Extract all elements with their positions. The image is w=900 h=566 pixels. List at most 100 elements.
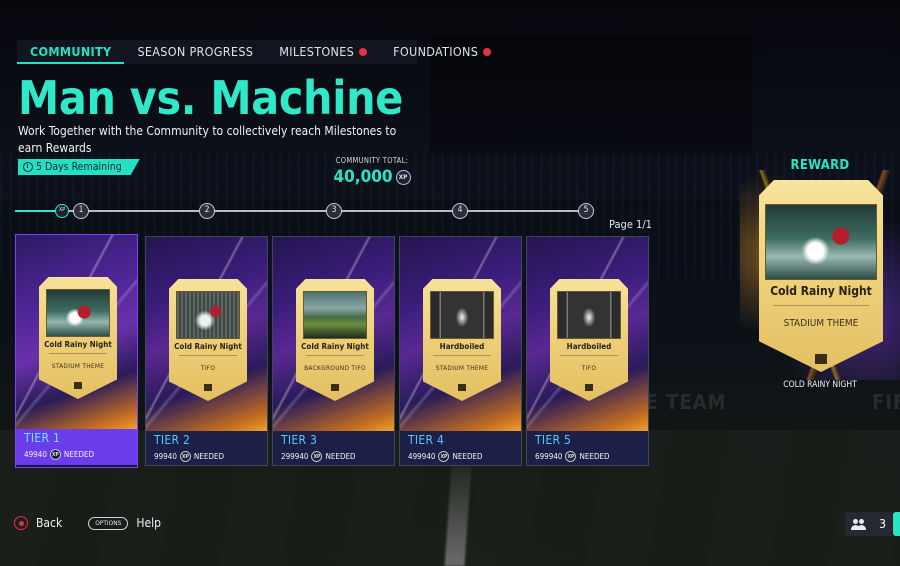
milestone-node-5: 5	[578, 203, 594, 219]
tier-label: TIER 4	[408, 433, 445, 447]
friends-icon	[851, 518, 866, 530]
divider	[306, 355, 364, 356]
community-total-label: COMMUNITY TOTAL:	[335, 156, 409, 165]
xp-needed: 49940	[24, 450, 47, 459]
item-type: STADIUM THEME	[51, 362, 105, 370]
friends-count: 3	[879, 517, 886, 531]
alert-dot-icon	[483, 48, 492, 56]
background-watermark-fifa: FIF	[872, 390, 900, 414]
xp-badge-icon: XP	[565, 451, 577, 462]
alert-dot-icon	[359, 48, 368, 56]
reward-item-card: Hardboiled STADIUM THEME	[423, 279, 501, 401]
reward-item-card: Cold Rainy Night STADIUM THEME	[39, 277, 117, 399]
days-remaining-text: 5 Days Remaining	[36, 161, 122, 173]
track-line	[15, 210, 587, 212]
item-image	[46, 289, 110, 337]
tier-label: TIER 5	[535, 433, 572, 447]
image-icon	[74, 382, 82, 389]
item-type: TIFO	[581, 364, 597, 372]
reward-image	[765, 204, 877, 280]
tier-requirement: 49940 XP NEEDED	[24, 449, 94, 460]
tier-card-1[interactable]: Cold Rainy Night STADIUM THEME TIER 1 49…	[15, 234, 138, 468]
side-panel-tab[interactable]	[893, 512, 900, 536]
needed-label: NEEDED	[193, 452, 224, 461]
page-title: Man vs. Machine	[18, 71, 404, 125]
reward-item-card: Cold Rainy Night TIFO	[169, 279, 247, 401]
tab-foundations[interactable]: FOUNDATIONS	[380, 40, 504, 64]
divider	[560, 355, 618, 356]
milestone-node-3: 3	[326, 203, 342, 219]
tier-card-5[interactable]: Hardboiled TIFO TIER 5 699940 XP NEEDED	[526, 236, 649, 466]
tier-label: TIER 1	[24, 431, 61, 445]
back-button[interactable]: Back	[36, 516, 62, 530]
tab-bar: COMMUNITY SEASON PROGRESS MILESTONES FOU…	[17, 40, 492, 64]
xp-badge-icon: XP	[55, 204, 69, 218]
xp-badge-icon: XP	[438, 451, 450, 462]
tier-card-4[interactable]: Hardboiled STADIUM THEME TIER 4 499940 XP…	[399, 236, 522, 466]
xp-needed: 99940	[154, 452, 177, 461]
clock-icon	[23, 162, 33, 172]
xp-needed: 699940	[535, 452, 563, 461]
tier-requirement: 299940 XP NEEDED	[281, 451, 356, 462]
tier-card-3[interactable]: Cold Rainy Night BACKGROUND TIFO TIER 3 …	[272, 236, 395, 466]
options-button-icon[interactable]: OPTIONS	[88, 516, 129, 530]
needed-label: NEEDED	[579, 452, 610, 461]
tier-label: TIER 3	[281, 433, 318, 447]
reward-preview-card: Cold Rainy Night STADIUM THEME	[759, 180, 883, 372]
tier-card-2[interactable]: Cold Rainy Night TIFO TIER 2 99940 XP NEED…	[145, 236, 268, 466]
tab-season-progress[interactable]: SEASON PROGRESS	[124, 40, 266, 64]
milestone-node-2: 2	[199, 203, 215, 219]
reward-item-card: Cold Rainy Night BACKGROUND TIFO	[296, 279, 374, 401]
needed-label: NEEDED	[452, 452, 483, 461]
xp-needed: 499940	[408, 452, 436, 461]
item-type: BACKGROUND TIFO	[304, 364, 366, 372]
days-remaining-badge: 5 Days Remaining	[18, 159, 140, 175]
item-name: Cold Rainy Night	[174, 342, 242, 351]
item-name: Cold Rainy Night	[301, 342, 369, 351]
needed-label: NEEDED	[63, 450, 94, 459]
tab-label: MILESTONES	[279, 44, 355, 59]
tab-label: FOUNDATIONS	[393, 44, 479, 59]
tab-milestones[interactable]: MILESTONES	[266, 40, 380, 64]
tier-requirement: 99940 XP NEEDED	[154, 451, 224, 462]
xp-needed: 299940	[281, 452, 309, 461]
controller-hints: Back OPTIONS Help	[14, 514, 161, 532]
needed-label: NEEDED	[325, 452, 356, 461]
xp-badge-icon: XP	[179, 451, 191, 462]
divider	[179, 355, 237, 356]
item-image	[557, 291, 621, 339]
tier-requirement: 499940 XP NEEDED	[408, 451, 483, 462]
item-type: STADIUM THEME	[435, 364, 489, 372]
tab-label: SEASON PROGRESS	[137, 44, 254, 59]
friends-indicator[interactable]: 3	[845, 512, 892, 536]
circle-button-icon[interactable]	[14, 516, 28, 530]
image-icon	[204, 384, 212, 391]
xp-badge-icon: XP	[49, 449, 61, 460]
xp-badge-icon: XP	[311, 451, 323, 462]
reward-caption: COLD RAINY NIGHT	[783, 380, 857, 390]
xp-badge-icon: XP	[395, 169, 411, 185]
reward-item-type: STADIUM THEME	[783, 318, 859, 329]
divider	[773, 305, 869, 306]
milestone-node-4: 4	[452, 203, 468, 219]
milestone-track: XP 1 2 3 4 5	[15, 203, 595, 219]
image-icon	[331, 384, 339, 391]
milestone-node-1: 1	[73, 203, 89, 219]
tier-label: TIER 2	[154, 433, 191, 447]
item-name: Hardboiled	[566, 342, 612, 351]
item-name: Hardboiled	[439, 342, 485, 351]
community-total: COMMUNITY TOTAL: 40,000 XP	[322, 156, 422, 187]
help-button[interactable]: Help	[136, 516, 161, 530]
image-icon	[585, 384, 593, 391]
tab-label: COMMUNITY	[30, 44, 112, 59]
item-image	[430, 291, 494, 339]
divider	[49, 353, 107, 354]
item-image	[176, 291, 240, 339]
reward-item-name: Cold Rainy Night	[770, 284, 872, 298]
tab-community[interactable]: COMMUNITY	[17, 40, 125, 64]
item-image	[303, 291, 367, 339]
image-icon	[815, 354, 827, 364]
tier-requirement: 699940 XP NEEDED	[535, 451, 610, 462]
item-name: Cold Rainy Night	[44, 340, 112, 349]
page-indicator: Page 1/1	[609, 218, 652, 231]
